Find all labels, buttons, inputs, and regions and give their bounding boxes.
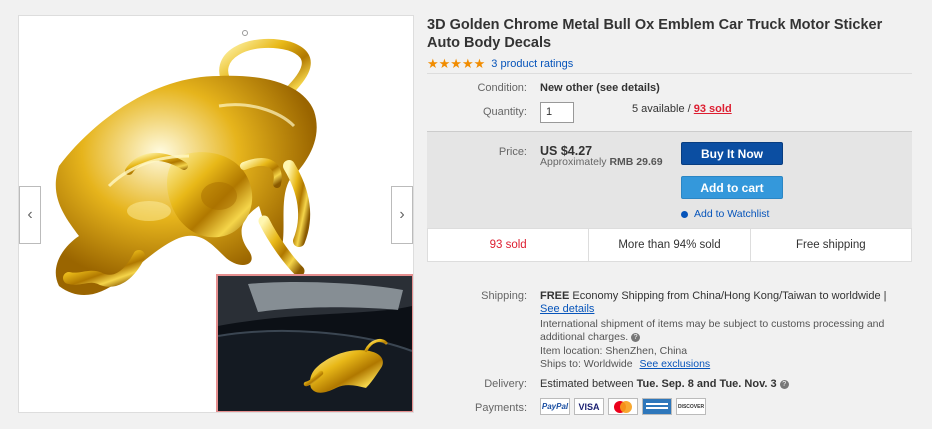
price-box: Price: US $4.27 Approximately RMB 29.69 … <box>427 131 912 228</box>
stat-free-shipping: Free shipping <box>749 229 911 261</box>
shipping-free: FREE <box>540 290 570 302</box>
item-info-panel: 3D Golden Chrome Metal Bull Ox Emblem Ca… <box>427 0 932 429</box>
shipping-details: FREE Economy Shipping from China/Hong Ko… <box>540 290 910 316</box>
item-title: 3D Golden Chrome Metal Bull Ox Emblem Ca… <box>427 17 883 51</box>
rating-row: ★★★★★ 3 product ratings <box>427 56 573 72</box>
quantity-input[interactable]: 1 <box>540 102 574 123</box>
see-exclusions-link[interactable]: See exclusions <box>640 358 711 370</box>
stat-sold: 93 sold <box>489 239 527 251</box>
payments-label: Payments: <box>475 402 527 414</box>
sales-stats-strip: 93 sold More than 94% sold Free shipping <box>427 228 912 262</box>
item-location: Item location: ShenZhen, China <box>540 345 688 357</box>
quantity-label: Quantity: <box>482 106 527 118</box>
approx-value: RMB 29.69 <box>609 156 663 168</box>
prev-image-button[interactable]: ‹ <box>19 186 41 244</box>
availability-text: 5 available / 93 sold <box>632 103 732 115</box>
delivery-prefix: Estimated between <box>540 378 634 390</box>
intl-note-text: International shipment of items may be s… <box>540 318 885 343</box>
eye-icon <box>681 210 688 218</box>
delivery-range: Tue. Sep. 8 and Tue. Nov. 3 <box>636 378 777 390</box>
approx-prefix: Approximately <box>540 156 607 168</box>
help-icon[interactable]: ? <box>631 332 641 342</box>
help-icon[interactable]: ? <box>779 379 789 389</box>
delivery-label: Delivery: <box>484 378 527 390</box>
add-to-cart-button[interactable]: Add to cart <box>681 176 783 199</box>
converted-price: Approximately RMB 29.69 <box>540 156 663 168</box>
discover-icon: DISCOVER <box>676 398 706 415</box>
ships-to: Ships to: Worldwide See exclusions <box>540 358 710 370</box>
image-gallery: ‹ › <box>18 15 414 413</box>
mastercard-icon <box>608 398 638 415</box>
intl-shipping-note: International shipment of items may be s… <box>540 318 910 344</box>
price-label: Price: <box>498 146 527 158</box>
stat-percent-sold: More than 94% sold <box>588 229 749 261</box>
divider <box>427 73 912 74</box>
amex-icon <box>642 398 672 415</box>
paypal-icon: PayPal <box>540 398 570 415</box>
amex-logo <box>646 403 668 409</box>
add-to-watchlist-link[interactable]: Add to Watchlist <box>681 208 769 220</box>
product-ratings-link[interactable]: 3 product ratings <box>491 58 573 70</box>
delivery-estimate: Estimated between Tue. Sep. 8 and Tue. N… <box>540 378 789 390</box>
car-thumbnail-image[interactable] <box>216 274 413 412</box>
see-details-link[interactable]: See details <box>540 303 594 315</box>
shipping-method: Economy Shipping from China/Hong Kong/Ta… <box>572 290 887 302</box>
chevron-right-icon: › <box>399 206 405 223</box>
condition-label: Condition: <box>477 82 527 94</box>
buy-it-now-button[interactable]: Buy It Now <box>681 142 783 165</box>
rating-stars: ★★★★★ <box>427 56 486 71</box>
condition-value: New other (see details) <box>540 82 660 94</box>
car-with-emblem-image <box>218 276 412 411</box>
mastercard-logo <box>614 400 632 413</box>
next-image-button[interactable]: › <box>391 186 413 244</box>
main-product-image[interactable]: ‹ › <box>19 16 413 412</box>
sold-link[interactable]: 93 sold <box>694 103 732 115</box>
ships-to-text: Ships to: Worldwide <box>540 358 633 370</box>
chevron-left-icon: ‹ <box>27 206 33 223</box>
shipping-label: Shipping: <box>481 290 527 302</box>
watchlist-label: Add to Watchlist <box>694 208 770 220</box>
visa-icon: VISA <box>574 398 604 415</box>
available-count: 5 available / <box>632 103 694 115</box>
